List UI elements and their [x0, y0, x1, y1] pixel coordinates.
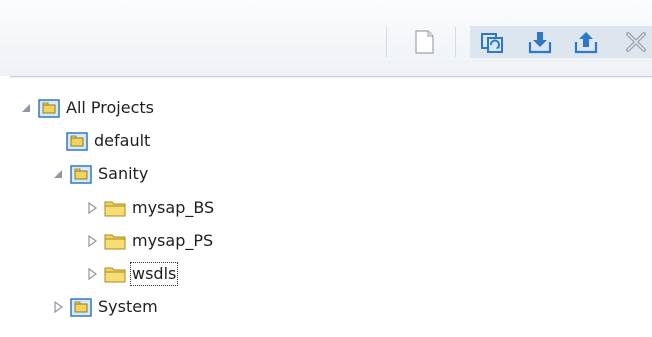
delete-icon — [626, 32, 646, 52]
project-folder-icon — [70, 298, 92, 317]
project-folder-icon — [66, 132, 88, 151]
new-document-icon — [415, 30, 434, 54]
toolbar-separator — [455, 27, 456, 57]
folder-icon — [104, 234, 126, 250]
chevron-collapsed-icon[interactable] — [52, 301, 64, 313]
import-button[interactable] — [526, 28, 554, 56]
tree-node-wsdls[interactable]: wsdls — [0, 259, 300, 289]
folder-icon — [104, 201, 126, 217]
tree-node-mysap-ps[interactable]: mysap_PS — [0, 226, 300, 256]
refresh-button[interactable] — [478, 28, 506, 56]
tree-node-label: Sanity — [98, 164, 149, 183]
chevron-collapsed-icon[interactable] — [86, 235, 98, 247]
project-tree: All Projects default Sanity mysap_BS mys… — [0, 88, 652, 337]
import-icon — [528, 32, 552, 54]
folder-icon — [104, 267, 126, 283]
tree-node-all-projects[interactable]: All Projects — [0, 93, 300, 123]
new-document-button[interactable] — [410, 28, 438, 56]
tree-node-label: mysap_BS — [132, 198, 215, 217]
tree-node-default[interactable]: default — [0, 126, 300, 156]
tree-node-label: System — [98, 297, 158, 316]
refresh-icon — [481, 33, 503, 53]
chevron-expanded-icon[interactable] — [52, 168, 64, 180]
chevron-collapsed-icon[interactable] — [86, 202, 98, 214]
toolbar — [0, 0, 652, 76]
tree-node-label: wsdls — [129, 262, 179, 286]
export-button[interactable] — [572, 28, 600, 56]
tree-node-mysap-bs[interactable]: mysap_BS — [0, 193, 300, 223]
chevron-collapsed-icon[interactable] — [86, 268, 98, 280]
tree-node-label: mysap_PS — [132, 231, 214, 250]
tree-node-system[interactable]: System — [0, 292, 300, 322]
tree-node-sanity[interactable]: Sanity — [0, 159, 300, 189]
tree-node-label: default — [94, 131, 151, 150]
project-folder-icon — [38, 99, 60, 118]
tree-node-label: All Projects — [66, 98, 154, 117]
chevron-expanded-icon[interactable] — [20, 102, 32, 114]
toolbar-divider — [10, 76, 652, 78]
project-folder-icon — [70, 165, 92, 184]
export-icon — [574, 32, 598, 54]
toolbar-separator — [386, 27, 387, 57]
delete-button[interactable] — [622, 28, 650, 56]
